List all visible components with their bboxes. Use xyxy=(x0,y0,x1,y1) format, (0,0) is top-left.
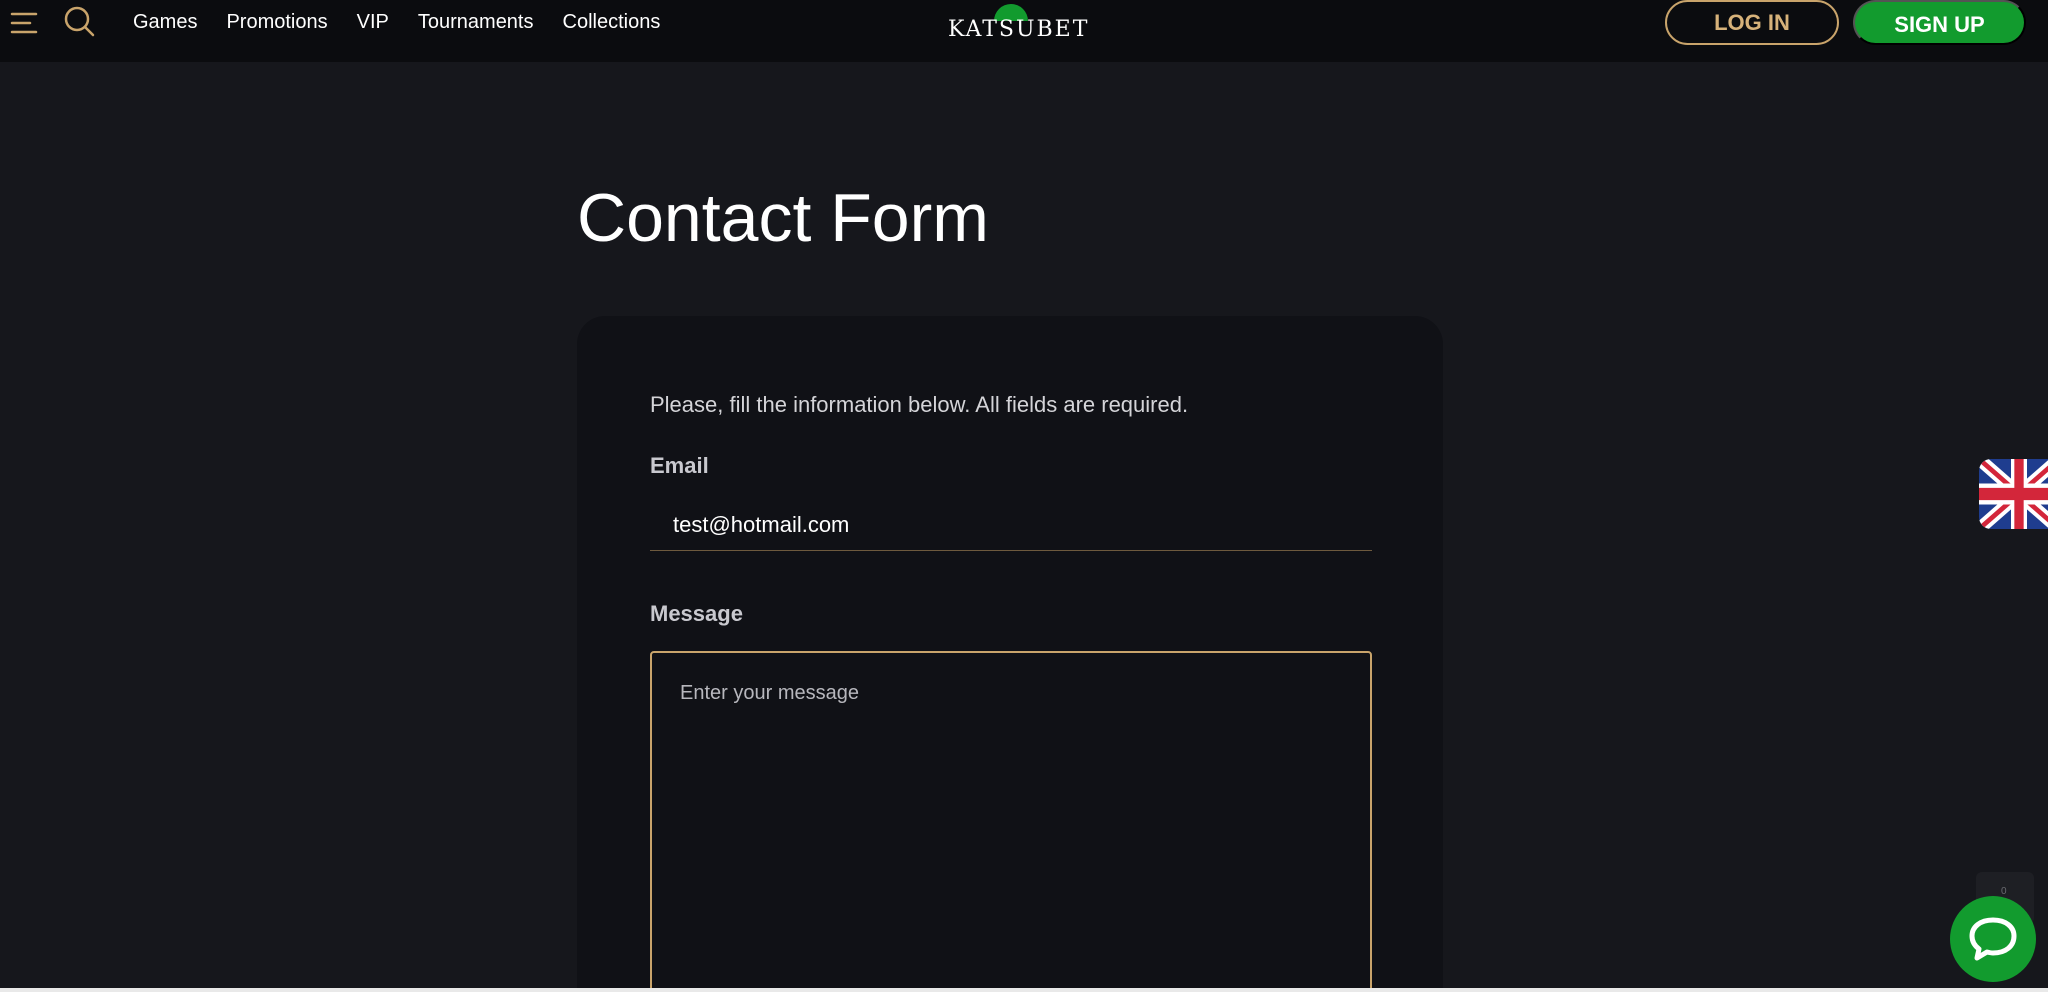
signup-button[interactable]: SIGN UP xyxy=(1853,0,2026,45)
hamburger-menu-icon[interactable] xyxy=(10,6,40,38)
contact-form-card: Please, fill the information below. All … xyxy=(577,316,1443,992)
message-field[interactable] xyxy=(650,651,1372,992)
site-logo[interactable]: KATSUBET xyxy=(948,2,1090,44)
email-field[interactable] xyxy=(650,499,1372,551)
language-switcher[interactable] xyxy=(1979,459,2048,529)
top-header: Games Promotions VIP Tournaments Collect… xyxy=(0,0,2048,62)
main-nav: Games Promotions VIP Tournaments Collect… xyxy=(133,9,689,35)
nav-collections[interactable]: Collections xyxy=(563,9,661,35)
logo-text: KATSUBET xyxy=(948,17,1090,42)
email-label: Email xyxy=(650,453,709,478)
chat-bubble-icon xyxy=(1969,917,2017,961)
search-icon[interactable] xyxy=(62,4,96,38)
page-title: Contact Form xyxy=(577,180,989,256)
live-chat-button[interactable] xyxy=(1950,896,2036,982)
bottom-edge xyxy=(0,988,2048,992)
nav-tournaments[interactable]: Tournaments xyxy=(418,9,534,35)
nav-games[interactable]: Games xyxy=(133,9,197,35)
form-intro-text: Please, fill the information below. All … xyxy=(650,392,1189,417)
uk-flag-icon xyxy=(1979,459,2048,529)
nav-vip[interactable]: VIP xyxy=(357,9,389,35)
message-label: Message xyxy=(650,601,743,626)
nav-promotions[interactable]: Promotions xyxy=(226,9,327,35)
page: Games Promotions VIP Tournaments Collect… xyxy=(0,0,2048,992)
login-button[interactable]: LOG IN xyxy=(1665,0,1839,45)
